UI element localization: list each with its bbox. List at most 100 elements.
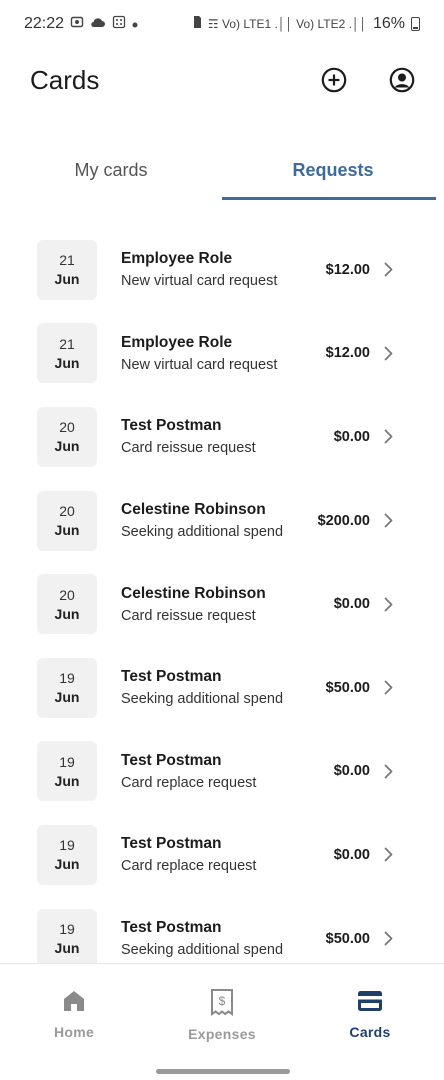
requester-name: Employee Role xyxy=(121,250,233,268)
requester-name: Employee Role xyxy=(121,333,233,351)
chevron-right-icon xyxy=(384,847,394,863)
date-day: 20 xyxy=(59,419,75,436)
calculator-icon xyxy=(112,15,126,34)
date-day: 21 xyxy=(59,335,75,352)
request-description: Card replace request xyxy=(121,858,257,875)
add-button[interactable] xyxy=(320,66,348,94)
request-amount: $200.00 xyxy=(317,512,370,529)
date-day: 21 xyxy=(59,252,75,269)
chevron-right-icon xyxy=(384,513,394,529)
request-row[interactable]: 19 Jun Test Postman Seeking additional spen… xyxy=(0,646,444,730)
nav-home[interactable]: Home xyxy=(0,964,148,1080)
plus-circle-icon xyxy=(321,67,347,93)
chevron-right-icon xyxy=(384,680,394,696)
requester-name: Test Postman xyxy=(121,835,222,853)
tab-requests[interactable]: Requests xyxy=(222,142,444,200)
date-badge: 21 Jun xyxy=(37,239,97,300)
request-amount: $0.00 xyxy=(333,846,370,863)
request-description: New virtual card request xyxy=(121,356,278,373)
request-info: Test Postman Card reissue request xyxy=(121,417,334,456)
svg-text:$: $ xyxy=(219,994,226,1008)
date-month: Jun xyxy=(54,522,80,539)
signal-icons: ☶ Vo) LTE1 .││ Vo) LTE2 .││ xyxy=(207,17,367,31)
battery-icon xyxy=(411,17,420,31)
request-list[interactable]: 21 Jun Employee Role New virtual card reque… xyxy=(0,228,444,963)
request-info: Celestine Robinson Seeking additional spe… xyxy=(121,501,318,540)
account-circle-icon xyxy=(389,67,415,93)
request-row[interactable]: 19 Jun Test Postman Seeking additional spen… xyxy=(0,897,444,963)
receipt-icon: $ xyxy=(211,989,233,1016)
date-month: Jun xyxy=(54,940,80,957)
date-badge: 20 Jun xyxy=(37,490,97,551)
page-title: Cards xyxy=(30,64,100,95)
date-month: Jun xyxy=(54,772,80,789)
status-right: ☶ Vo) LTE1 .││ Vo) LTE2 .││ 16% xyxy=(192,15,420,34)
profile-button[interactable] xyxy=(388,66,416,94)
date-badge: 20 Jun xyxy=(37,574,97,635)
header-actions xyxy=(320,66,416,94)
date-month: Jun xyxy=(54,689,80,706)
request-info: Test Postman Seeking additional spend xyxy=(121,919,326,958)
date-month: Jun xyxy=(54,605,80,622)
date-badge: 21 Jun xyxy=(37,323,97,384)
date-day: 19 xyxy=(59,921,75,938)
request-description: Card reissue request xyxy=(121,607,256,624)
tab-my-cards[interactable]: My cards xyxy=(0,142,222,200)
request-description: Card reissue request xyxy=(121,440,256,457)
nav-cards-label: Cards xyxy=(349,1024,391,1040)
date-month: Jun xyxy=(54,438,80,455)
requester-name: Test Postman xyxy=(121,417,222,435)
date-day: 19 xyxy=(59,670,75,687)
request-info: Employee Role New virtual card request xyxy=(121,334,326,373)
requester-name: Test Postman xyxy=(121,668,222,686)
request-amount: $0.00 xyxy=(333,596,370,613)
request-amount: $12.00 xyxy=(325,345,370,362)
request-row[interactable]: 21 Jun Employee Role New virtual card reque… xyxy=(0,228,444,312)
request-description: Seeking additional spend xyxy=(121,691,284,708)
chevron-right-icon xyxy=(384,429,394,445)
request-row[interactable]: 20 Jun Test Postman Card reissue request $0.… xyxy=(0,395,444,479)
date-badge: 19 Jun xyxy=(37,908,97,963)
dot-icon xyxy=(132,15,138,33)
request-info: Celestine Robinson Card reissue request xyxy=(121,585,334,624)
nav-cards[interactable]: Cards xyxy=(296,964,444,1080)
nav-expenses[interactable]: $ Expenses xyxy=(148,964,296,1080)
nav-home-label: Home xyxy=(53,1024,95,1040)
request-description: Seeking additional spend xyxy=(121,942,284,959)
date-day: 20 xyxy=(59,586,75,603)
battery-text: 16% xyxy=(372,15,405,32)
request-row[interactable]: 20 Jun Celestine Robinson Card reissue requ… xyxy=(0,562,444,646)
status-bar: 22:22 ☶ Vo) LTE1 .││ Vo) LTE2 .││ 16% xyxy=(0,0,444,48)
chevron-right-icon xyxy=(384,596,394,612)
date-month: Jun xyxy=(54,354,80,371)
request-info: Test Postman Card replace request xyxy=(121,752,334,791)
request-amount: $0.00 xyxy=(333,763,370,780)
credit-card-icon xyxy=(358,991,382,1011)
request-row[interactable]: 21 Jun Employee Role New virtual card reque… xyxy=(0,312,444,396)
requester-name: Celestine Robinson xyxy=(121,501,266,519)
chevron-right-icon xyxy=(384,345,394,361)
request-info: Test Postman Seeking additional spend xyxy=(121,668,326,707)
date-badge: 20 Jun xyxy=(37,406,97,467)
screenshot-icon xyxy=(70,15,84,34)
request-row[interactable]: 19 Jun Test Postman Card replace request $0.… xyxy=(0,813,444,897)
request-description: Seeking additional spend xyxy=(121,524,284,541)
date-badge: 19 Jun xyxy=(37,824,97,885)
request-info: Employee Role New virtual card request xyxy=(121,250,326,289)
date-day: 20 xyxy=(59,503,75,520)
date-day: 19 xyxy=(59,837,75,854)
tab-bar: My cards Requests xyxy=(0,142,444,200)
request-amount: $50.00 xyxy=(325,930,370,947)
request-amount: $12.00 xyxy=(325,261,370,278)
home-indicator[interactable] xyxy=(156,1069,290,1074)
request-amount: $0.00 xyxy=(333,428,370,445)
date-month: Jun xyxy=(54,856,80,873)
request-description: Card replace request xyxy=(121,774,257,791)
date-day: 19 xyxy=(59,753,75,770)
nav-expenses-label: Expenses xyxy=(188,1026,256,1042)
request-row[interactable]: 19 Jun Test Postman Card replace request $0.… xyxy=(0,730,444,814)
request-amount: $50.00 xyxy=(325,679,370,696)
request-row[interactable]: 20 Jun Celestine Robinson Seeking additiona… xyxy=(0,479,444,563)
date-badge: 19 Jun xyxy=(37,657,97,718)
home-icon xyxy=(64,991,84,1011)
